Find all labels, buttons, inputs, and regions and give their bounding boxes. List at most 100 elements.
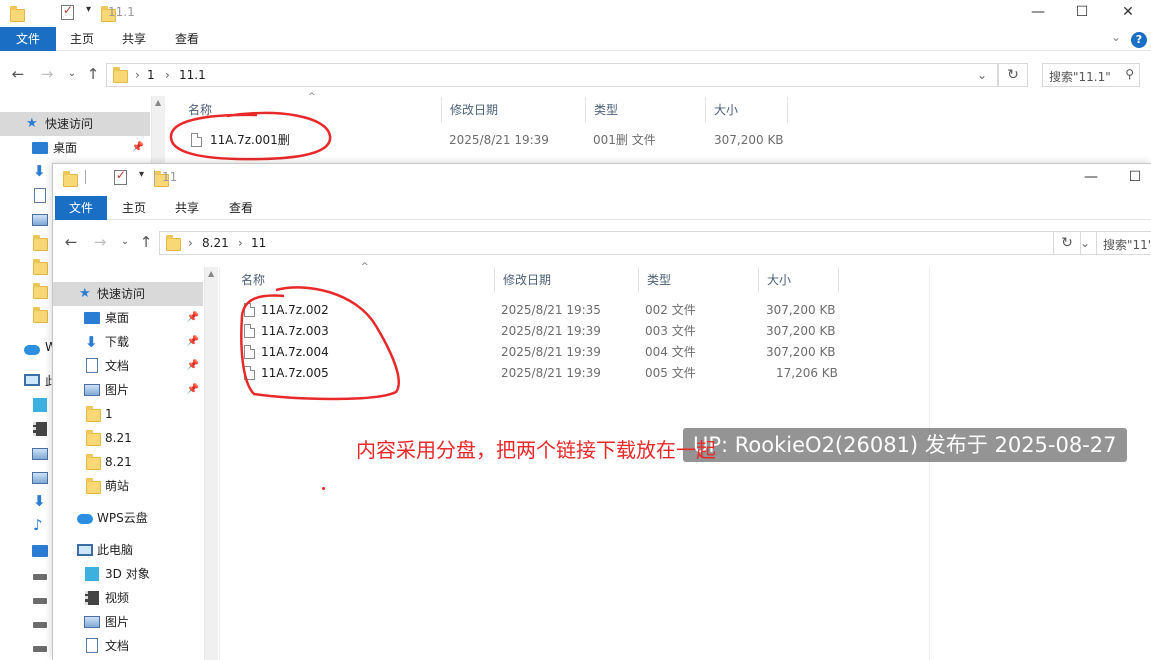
divider	[85, 170, 86, 184]
music-icon: ♪	[33, 516, 43, 534]
nav-item-label: 3D 对象	[105, 567, 150, 581]
recent-locations-button[interactable]: ⌄	[115, 222, 135, 262]
file-modified: 2025/8/21 19:35	[501, 303, 601, 317]
breadcrumb-item[interactable]: 1	[147, 68, 155, 82]
file-type: 001删 文件	[593, 133, 656, 147]
file-modified: 2025/8/21 19:39	[449, 133, 549, 147]
tab-share[interactable]: 共享	[167, 196, 207, 220]
nav-item-documents[interactable]: 文档	[53, 634, 203, 658]
annotation-text: 内容采用分盘，把两个链接下载放在一起	[356, 438, 716, 462]
tab-home[interactable]: 主页	[62, 27, 102, 51]
folder-icon	[166, 235, 181, 251]
tab-file[interactable]: 文件	[0, 27, 56, 51]
close-button[interactable]: ✕	[1113, 2, 1143, 22]
picture-icon	[32, 448, 48, 460]
nav-item-label: 桌面	[105, 311, 130, 325]
column-header-size[interactable]: 大小	[759, 267, 839, 293]
nav-item-label: 萌站	[105, 479, 130, 493]
picture-icon	[32, 214, 48, 226]
properties-icon[interactable]	[113, 168, 127, 185]
address-bar[interactable]: › 8.21 › 11 ⌄	[159, 231, 1099, 255]
nav-item-label: 8.21	[105, 455, 132, 469]
nav-item-desktop[interactable]: 桌面 📌	[0, 136, 150, 160]
help-icon[interactable]: ?	[1131, 32, 1147, 48]
column-header-type[interactable]: 类型	[639, 267, 759, 293]
search-input[interactable]: 搜索"11.1" ⚲	[1042, 63, 1140, 87]
file-type: 005 文件	[645, 366, 696, 380]
nav-item-quick-access[interactable]: ★ 快速访问	[53, 282, 203, 306]
nav-item-label: 视频	[105, 591, 130, 605]
title-bar: ▾ 11 — ☐	[53, 164, 1151, 190]
red-circle-annotation	[169, 111, 332, 161]
refresh-button[interactable]: ↻	[1053, 231, 1081, 255]
address-dropdown-icon[interactable]: ⌄	[977, 68, 987, 82]
picture-icon	[84, 616, 100, 628]
tab-home[interactable]: 主页	[114, 196, 154, 220]
address-row: ← → ⌄ ↑ › 8.21 › 11 ⌄ ↻ 搜索"11"	[53, 222, 1151, 262]
file-size: 307,200 KB	[766, 303, 836, 317]
back-button[interactable]: ←	[8, 54, 28, 94]
column-header-type[interactable]: 类型	[586, 97, 706, 123]
video-icon	[85, 591, 99, 605]
nav-item-desktop[interactable]: 桌面 📌	[53, 306, 203, 330]
nav-item-quick-access[interactable]: ★ 快速访问	[0, 112, 150, 136]
desktop-icon	[32, 142, 48, 154]
breadcrumb-item[interactable]: 11.1	[179, 68, 206, 82]
minimize-button[interactable]: —	[1076, 167, 1106, 187]
nav-item-pictures[interactable]: 图片	[53, 610, 203, 634]
nav-item-pictures[interactable]: 图片 📌	[53, 378, 203, 402]
back-button[interactable]: ←	[61, 222, 81, 262]
tab-file[interactable]: 文件	[55, 196, 107, 220]
nav-item-3d-objects[interactable]: 3D 对象	[53, 562, 203, 586]
scroll-up-icon[interactable]: ▲	[208, 269, 214, 278]
customize-toolbar-icon[interactable]: ▾	[139, 169, 144, 187]
column-header-size[interactable]: 大小	[706, 97, 788, 123]
maximize-button[interactable]: ☐	[1067, 2, 1097, 22]
nav-item-wps-cloud[interactable]: WPS云盘	[53, 506, 203, 530]
nav-item-folder-1[interactable]: 1	[53, 402, 203, 426]
window-title: 11.1	[108, 5, 135, 19]
folder-icon	[113, 67, 128, 83]
address-dropdown-icon[interactable]: ⌄	[1080, 236, 1090, 250]
nav-item-videos[interactable]: 视频	[53, 586, 203, 610]
up-button[interactable]: ↑	[83, 54, 103, 94]
tab-view[interactable]: 查看	[221, 196, 261, 220]
pane-divider	[219, 267, 220, 660]
customize-toolbar-icon[interactable]: ▾	[86, 4, 91, 22]
collapse-ribbon-icon[interactable]: ⌄	[1111, 30, 1121, 44]
column-header-modified[interactable]: 修改日期	[442, 97, 586, 123]
breadcrumb-item[interactable]: 8.21	[202, 236, 229, 250]
nav-item-label: 文档	[105, 359, 130, 373]
picture-icon	[84, 384, 100, 396]
search-icon[interactable]: ⚲	[1125, 67, 1134, 81]
breadcrumb-item[interactable]: 11	[251, 236, 266, 250]
nav-item-downloads[interactable]: ⬇ 下载 📌	[53, 330, 203, 354]
up-button[interactable]: ↑	[136, 222, 156, 262]
address-bar[interactable]: › 1 › 11.1 ⌄	[106, 63, 998, 87]
drive-icon	[33, 598, 47, 604]
pin-icon: 📌	[186, 336, 199, 347]
properties-icon[interactable]	[60, 3, 74, 20]
nav-item-this-pc[interactable]: 此电脑	[53, 538, 203, 562]
nav-scrollbar[interactable]: ▲	[204, 267, 218, 660]
nav-scrollbar[interactable]: ▲	[151, 96, 165, 166]
forward-button[interactable]: →	[90, 222, 110, 262]
nav-item-label: WPS云盘	[97, 511, 148, 525]
tab-share[interactable]: 共享	[114, 27, 154, 51]
scroll-up-icon[interactable]: ▲	[155, 98, 161, 107]
file-size: 17,206 KB	[776, 366, 838, 380]
column-header-modified[interactable]: 修改日期	[495, 267, 639, 293]
forward-button[interactable]: →	[37, 54, 57, 94]
nav-item-label: 此电脑	[97, 543, 134, 557]
nav-item-folder-8-21[interactable]: 8.21	[53, 450, 203, 474]
search-input[interactable]: 搜索"11"	[1096, 231, 1151, 255]
maximize-button[interactable]: ☐	[1120, 167, 1150, 187]
nav-item-folder-8-21[interactable]: 8.21	[53, 426, 203, 450]
file-type: 004 文件	[645, 345, 696, 359]
recent-locations-button[interactable]: ⌄	[62, 54, 82, 94]
refresh-button[interactable]: ↻	[998, 63, 1028, 87]
nav-item-folder-mengzhan[interactable]: 萌站	[53, 474, 203, 498]
tab-view[interactable]: 查看	[167, 27, 207, 51]
nav-item-documents[interactable]: 文档 📌	[53, 354, 203, 378]
minimize-button[interactable]: —	[1023, 2, 1053, 22]
